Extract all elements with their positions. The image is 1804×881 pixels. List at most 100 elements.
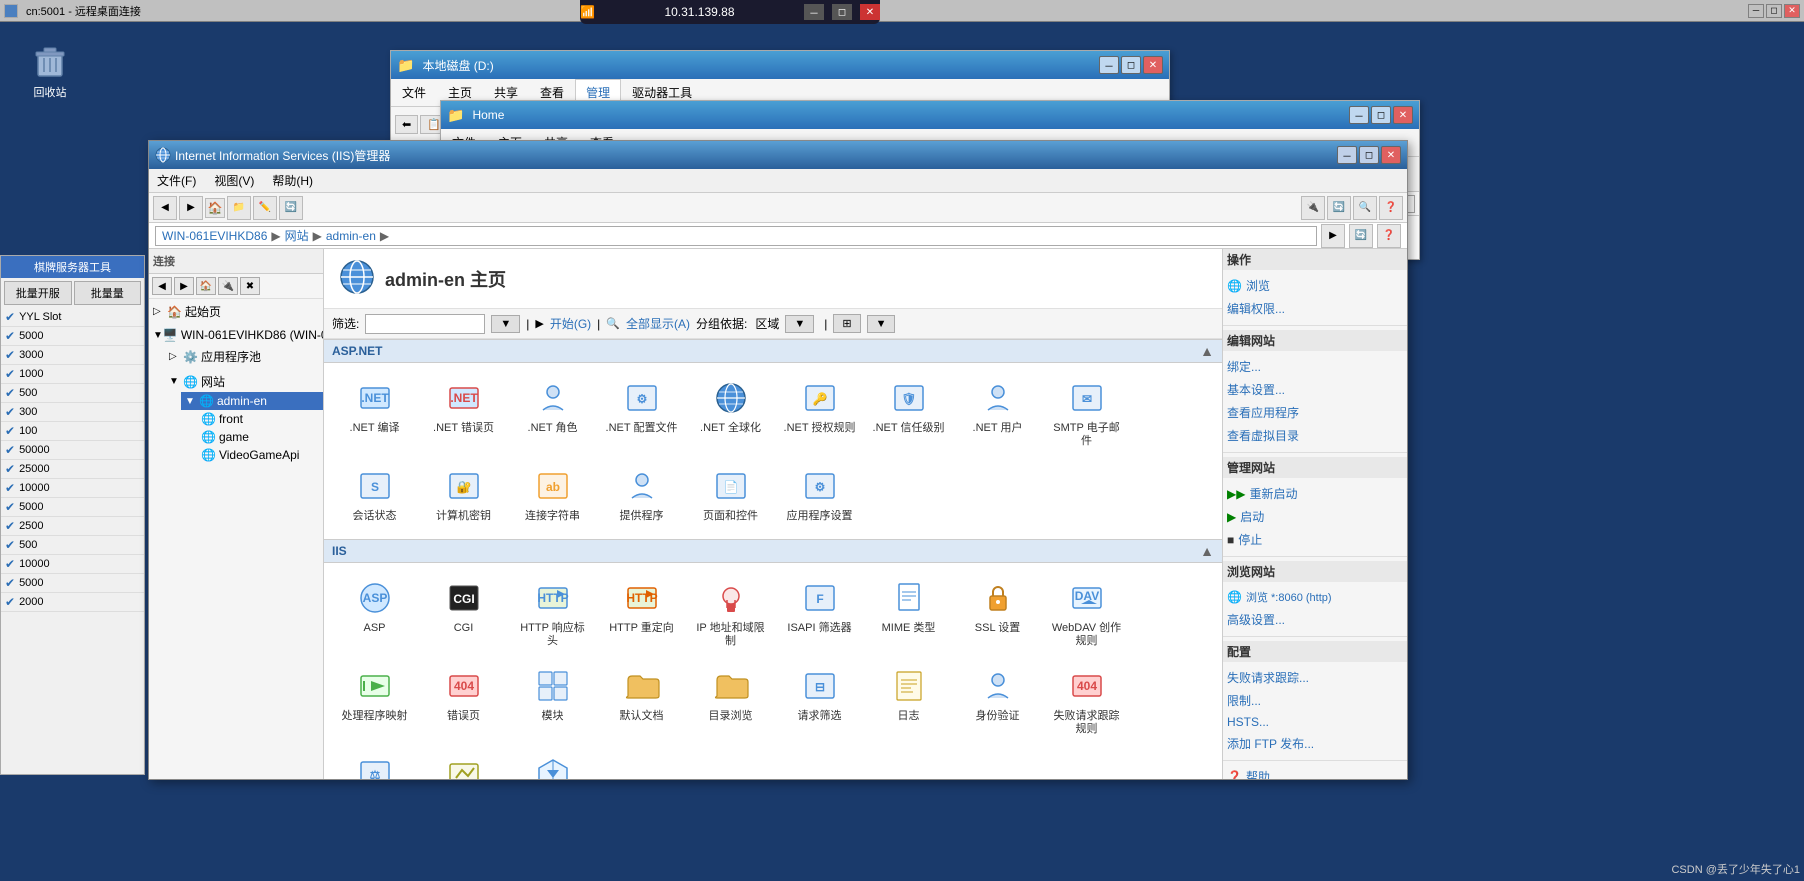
filter-start[interactable]: 开始(G) [550,315,591,332]
ribbon-btn-1[interactable]: ⬅ [395,115,418,134]
tree-expand-apppool[interactable]: ▷ [169,351,183,362]
right-action-stop[interactable]: ■ 停止 [1223,528,1407,551]
filter-show-all[interactable]: 全部显示(A) [626,315,690,332]
recycle-bin-icon[interactable]: 回收站 [20,40,80,100]
list-item[interactable]: ✔100 [1,422,144,441]
tree-item-sites[interactable]: ▼ 🌐 网站 [165,371,323,392]
iis-menu-file[interactable]: 文件(F) [153,170,200,191]
explorer1-titlebar[interactable]: 📁 本地磁盘 (D:) － ◻ ✕ [391,51,1169,79]
icon-provider[interactable]: 提供程序 [599,459,684,530]
right-action-start[interactable]: ▶ 启动 [1223,505,1407,528]
icon-handler-map[interactable]: 处理程序映射 [332,659,417,743]
filter-input[interactable] [365,314,485,334]
list-item[interactable]: ✔500 [1,536,144,555]
icon-conn-string[interactable]: ab 连接字符串 [510,459,595,530]
sidebar-btn-3[interactable]: 🏠 [196,277,216,295]
tree-item-server[interactable]: ▼ 🖥️ WIN-061EVIHKD86 (WIN-0 [149,326,323,344]
filter-group-dropdown-btn[interactable]: ▼ [785,315,814,333]
icon-default-doc[interactable]: 默认文档 [599,659,684,743]
iis-address-go-btn[interactable]: ▶ [1321,224,1345,248]
tree-item-admin-en[interactable]: ▼ 🌐 admin-en [181,392,323,410]
icon-asp[interactable]: ASP ASP [332,571,417,655]
tree-expand-server[interactable]: ▼ [153,330,163,341]
sidebar-btn-1[interactable]: ◀ [152,277,172,295]
list-item[interactable]: ✔3000 [1,346,144,365]
tree-expand-start[interactable]: ▷ [153,306,167,317]
iis-toolbar-delete-btn[interactable]: ✏️ [253,196,277,220]
icon-webdav[interactable]: DAV WebDAV 创作规则 [1044,571,1129,655]
explorer2-close-btn[interactable]: ✕ [1393,106,1413,124]
icon-http-redirect[interactable]: HTTP HTTP 重定向 [599,571,684,655]
iis-toolbar-search-btn[interactable]: 🔍 [1353,196,1377,220]
icon-isapi-filter[interactable]: F ISAPI 筛选器 [777,571,862,655]
right-action-browse-8060[interactable]: 🌐 浏览 *:8060 (http) [1223,586,1407,608]
icon-error-pages[interactable]: 404 错误页 [421,659,506,743]
icon-compression[interactable]: 压缩 [510,747,595,779]
iis-toolbar-connect-btn[interactable]: 🔌 [1301,196,1325,220]
right-action-failed-trace[interactable]: 失败请求跟踪... [1223,666,1407,689]
breadcrumb-server[interactable]: WIN-061EVIHKD86 [162,229,267,243]
tree-expand-admin-en[interactable]: ▼ [185,396,199,407]
iis-maximize-btn[interactable]: ◻ [1359,146,1379,164]
right-action-hsts[interactable]: HSTS... [1223,712,1407,732]
icon-net-error[interactable]: .NET .NET 错误页 [421,371,506,455]
tree-item-videogame[interactable]: 🌐 VideoGameApi [181,446,323,464]
iis-titlebar[interactable]: Internet Information Services (IIS)管理器 －… [149,141,1407,169]
icon-net-global[interactable]: .NET 全球化 [688,371,773,455]
filter-view-btn2[interactable]: ▼ [867,315,896,333]
filter-view-btn[interactable]: ⊞ [833,314,860,333]
icon-ip-restrict[interactable]: IP 地址和域限制 [688,571,773,655]
list-item[interactable]: ✔25000 [1,460,144,479]
iis-toolbar-home-btn[interactable]: 🏠 [205,198,225,218]
tree-item-apppool[interactable]: ▷ ⚙️ 应用程序池 [165,346,323,367]
right-action-edit-perm[interactable]: 编辑权限... [1223,297,1407,320]
iis-toolbar-add-btn[interactable]: 📁 [227,196,251,220]
rdp-minimize-btn[interactable]: － [1748,4,1764,18]
right-action-advanced[interactable]: 高级设置... [1223,608,1407,631]
right-action-bind[interactable]: 绑定... [1223,355,1407,378]
iis-menu-view[interactable]: 视图(V) [210,170,258,191]
icon-app-settings[interactable]: ⚙ 应用程序设置 [777,459,862,530]
icon-auth-rules[interactable]: ⚖ 授权规则 [332,747,417,779]
iis-toolbar-forward-btn[interactable]: ▶ [179,196,203,220]
right-action-add-ftp[interactable]: 添加 FTP 发布... [1223,732,1407,755]
icon-net-user[interactable]: .NET 用户 [955,371,1040,455]
right-action-view-apps[interactable]: 查看应用程序 [1223,401,1407,424]
iis-address-refresh-btn[interactable]: 🔄 [1349,224,1373,248]
breadcrumb-admin-en[interactable]: admin-en [326,229,376,243]
icon-net-config[interactable]: ⚙ .NET 配置文件 [599,371,684,455]
sidebar-btn-4[interactable]: 🔌 [218,277,238,295]
iis-toolbar-switch-btn[interactable]: 🔄 [1327,196,1351,220]
list-item[interactable]: ✔50000 [1,441,144,460]
iis-minimize-btn[interactable]: － [1337,146,1357,164]
list-item[interactable]: ✔2500 [1,517,144,536]
filter-dropdown-btn[interactable]: ▼ [491,315,520,333]
icon-net-compile[interactable]: .NET .NET 编译 [332,371,417,455]
icon-dir-browse[interactable]: 目录浏览 [688,659,773,743]
remote-close-btn[interactable]: ✕ [860,4,880,20]
icon-net-access[interactable]: 🔑 .NET 授权规则 [777,371,862,455]
iis-collapse-btn[interactable]: ▲ [1200,543,1214,559]
iis-address-help-btn[interactable]: ❓ [1377,224,1401,248]
icon-output-cache[interactable]: 输出缓存 [421,747,506,779]
icon-modules[interactable]: 模块 [510,659,595,743]
tree-item-game[interactable]: 🌐 game [181,428,323,446]
list-item[interactable]: ✔1000 [1,365,144,384]
iis-close-btn[interactable]: ✕ [1381,146,1401,164]
iis-toolbar-help-btn[interactable]: ❓ [1379,196,1403,220]
explorer1-close-btn[interactable]: ✕ [1143,56,1163,74]
rdp-close-btn[interactable]: ✕ [1784,4,1800,18]
explorer1-maximize-btn[interactable]: ◻ [1121,56,1141,74]
list-item[interactable]: ✔10000 [1,479,144,498]
icon-net-role[interactable]: .NET 角色 [510,371,595,455]
list-item[interactable]: ✔2000 [1,593,144,612]
iis-toolbar-back-btn[interactable]: ◀ [153,196,177,220]
right-action-basic-settings[interactable]: 基本设置... [1223,378,1407,401]
breadcrumb-sites[interactable]: 网站 [285,227,309,244]
icon-auth[interactable]: 身份验证 [955,659,1040,743]
right-action-limit[interactable]: 限制... [1223,689,1407,712]
explorer1-minimize-btn[interactable]: － [1099,56,1119,74]
icon-session[interactable]: S 会话状态 [332,459,417,530]
iis-toolbar-refresh-btn[interactable]: 🔄 [279,196,303,220]
remote-minimize-btn[interactable]: － [804,4,824,20]
